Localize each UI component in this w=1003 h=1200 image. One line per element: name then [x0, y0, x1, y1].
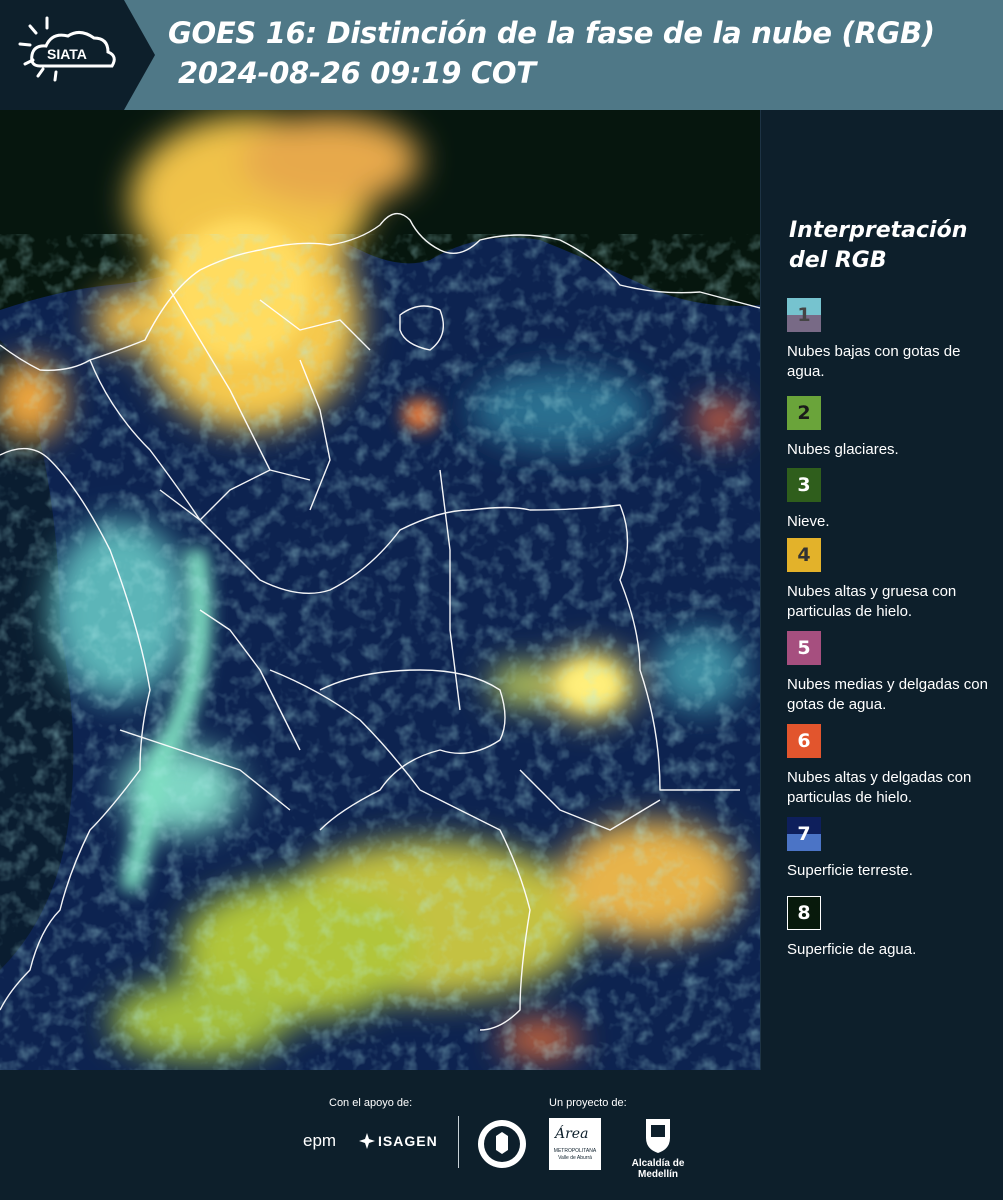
legend-label: Superficie terreste. — [787, 862, 913, 879]
legend-swatch: 3 — [787, 468, 821, 502]
isagen-label: ISAGEN — [378, 1133, 438, 1149]
satellite-map[interactable] — [0, 110, 761, 1070]
legend-label: Nieve. — [787, 513, 830, 530]
header-bar: SIATA GOES 16: Distinción de la fase de … — [0, 0, 1003, 110]
legend-swatch: 8 — [787, 896, 821, 930]
alcaldia-logo[interactable]: Alcaldía de Medellín — [612, 1116, 704, 1180]
area-metropolitana-logo[interactable]: Área METROPOLITANA Valle de Aburrá — [549, 1118, 601, 1170]
page-title: GOES 16: Distinción de la fase de la nub… — [168, 16, 935, 50]
isagen-icon — [359, 1133, 375, 1149]
legend-label: Nubes bajas con gotas de agua. — [787, 343, 961, 380]
logo-text: SIATA — [47, 46, 87, 62]
satellite-image — [0, 110, 760, 1070]
isagen-logo[interactable]: ISAGEN — [358, 1132, 440, 1152]
area-logo-text: Área — [555, 1126, 589, 1142]
legend-panel: Interpretación del RGB 1 Nubes bajas con… — [770, 110, 1003, 1070]
legend-number: 8 — [797, 902, 811, 924]
legend-swatch: 5 — [787, 631, 821, 665]
legend-label: Nubes altas y delgadas con particulas de… — [787, 769, 972, 806]
legend-swatch: 6 — [787, 724, 821, 758]
area-logo-subtitle: METROPOLITANA Valle de Aburrá — [553, 1148, 597, 1161]
page-timestamp: 2024-08-26 09:19 COT — [178, 56, 536, 90]
medellin-seal[interactable] — [476, 1118, 528, 1170]
alcaldia-label: Alcaldía de Medellín — [631, 1158, 685, 1180]
legend-swatch: 4 — [787, 538, 821, 572]
legend-swatch: 1 — [787, 298, 821, 332]
legend-label: Superficie de agua. — [787, 941, 917, 958]
legend-swatch: 7 — [787, 817, 821, 851]
footer-divider — [458, 1116, 459, 1168]
support-label: Con el apoyo de: — [329, 1097, 413, 1109]
legend-label: Nubes medias y delgadas con gotas de agu… — [787, 676, 988, 713]
legend-title: Interpretación del RGB — [789, 218, 968, 273]
legend-number: 3 — [797, 474, 811, 496]
footer: Con el apoyo de: Un proyecto de: epm ISA… — [0, 1070, 1003, 1200]
siata-logo[interactable]: SIATA — [0, 0, 160, 110]
legend-swatch: 2 — [787, 396, 821, 430]
legend-number: 4 — [797, 544, 811, 566]
legend-number: 2 — [797, 402, 811, 424]
legend-number: 5 — [797, 637, 811, 659]
legend-number: 1 — [797, 304, 811, 326]
seal-icon — [478, 1120, 526, 1168]
legend-number: 7 — [797, 823, 811, 845]
epm-logo[interactable]: epm — [303, 1131, 336, 1151]
legend-label: Nubes altas y gruesa con particulas de h… — [787, 583, 957, 620]
legend-label: Nubes glaciares. — [787, 441, 899, 458]
legend-number: 6 — [797, 730, 811, 752]
shield-icon — [646, 1119, 670, 1153]
project-label: Un proyecto de: — [549, 1097, 627, 1109]
